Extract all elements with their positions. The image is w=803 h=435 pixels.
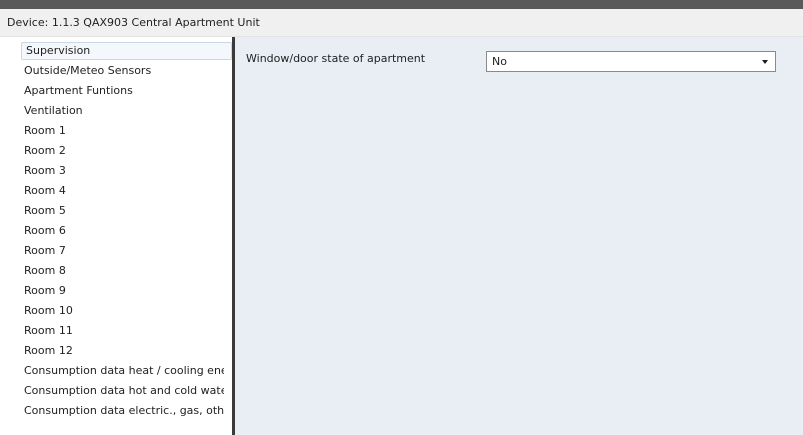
device-title: Device: 1.1.3 QAX903 Central Apartment U… [7, 16, 260, 29]
window-door-state-label: Window/door state of apartment [246, 52, 426, 65]
sidebar-item-room-2[interactable]: Room 2 [24, 142, 224, 160]
sidebar-item-consumption-water[interactable]: Consumption data hot and cold water [24, 382, 224, 400]
sidebar-item-room-4[interactable]: Room 4 [24, 182, 224, 200]
sidebar-item-room-5[interactable]: Room 5 [24, 202, 224, 220]
sidebar-item-room-1[interactable]: Room 1 [24, 122, 224, 140]
window-top-border [0, 0, 803, 9]
sidebar-item-room-6[interactable]: Room 6 [24, 222, 224, 240]
sidebar-item-apartment-functions[interactable]: Apartment Funtions [24, 82, 224, 100]
sidebar-item-room-7[interactable]: Room 7 [24, 242, 224, 260]
sidebar-item-supervision[interactable]: Supervision [21, 42, 232, 60]
sidebar-item-room-10[interactable]: Room 10 [24, 302, 224, 320]
sidebar-item-outside-meteo-sensors[interactable]: Outside/Meteo Sensors [24, 62, 224, 80]
left-margin [0, 37, 7, 435]
window-door-state-dropdown[interactable]: No [486, 51, 776, 72]
sidebar-item-ventilation[interactable]: Ventilation [24, 102, 224, 120]
sidebar-item-room-8[interactable]: Room 8 [24, 262, 224, 280]
sidebar-item-room-3[interactable]: Room 3 [24, 162, 224, 180]
parameter-panel [235, 37, 803, 435]
sidebar-item-room-12[interactable]: Room 12 [24, 342, 224, 360]
sidebar-item-room-9[interactable]: Room 9 [24, 282, 224, 300]
chevron-down-icon[interactable] [762, 60, 768, 64]
sidebar-item-room-11[interactable]: Room 11 [24, 322, 224, 340]
dropdown-selected-value: No [492, 55, 507, 68]
sidebar-item-consumption-heat-cooling[interactable]: Consumption data heat / cooling energ [24, 362, 224, 380]
sidebar-item-consumption-electric-gas[interactable]: Consumption data electric., gas, other [24, 402, 224, 420]
device-title-bar: Device: 1.1.3 QAX903 Central Apartment U… [0, 9, 803, 37]
